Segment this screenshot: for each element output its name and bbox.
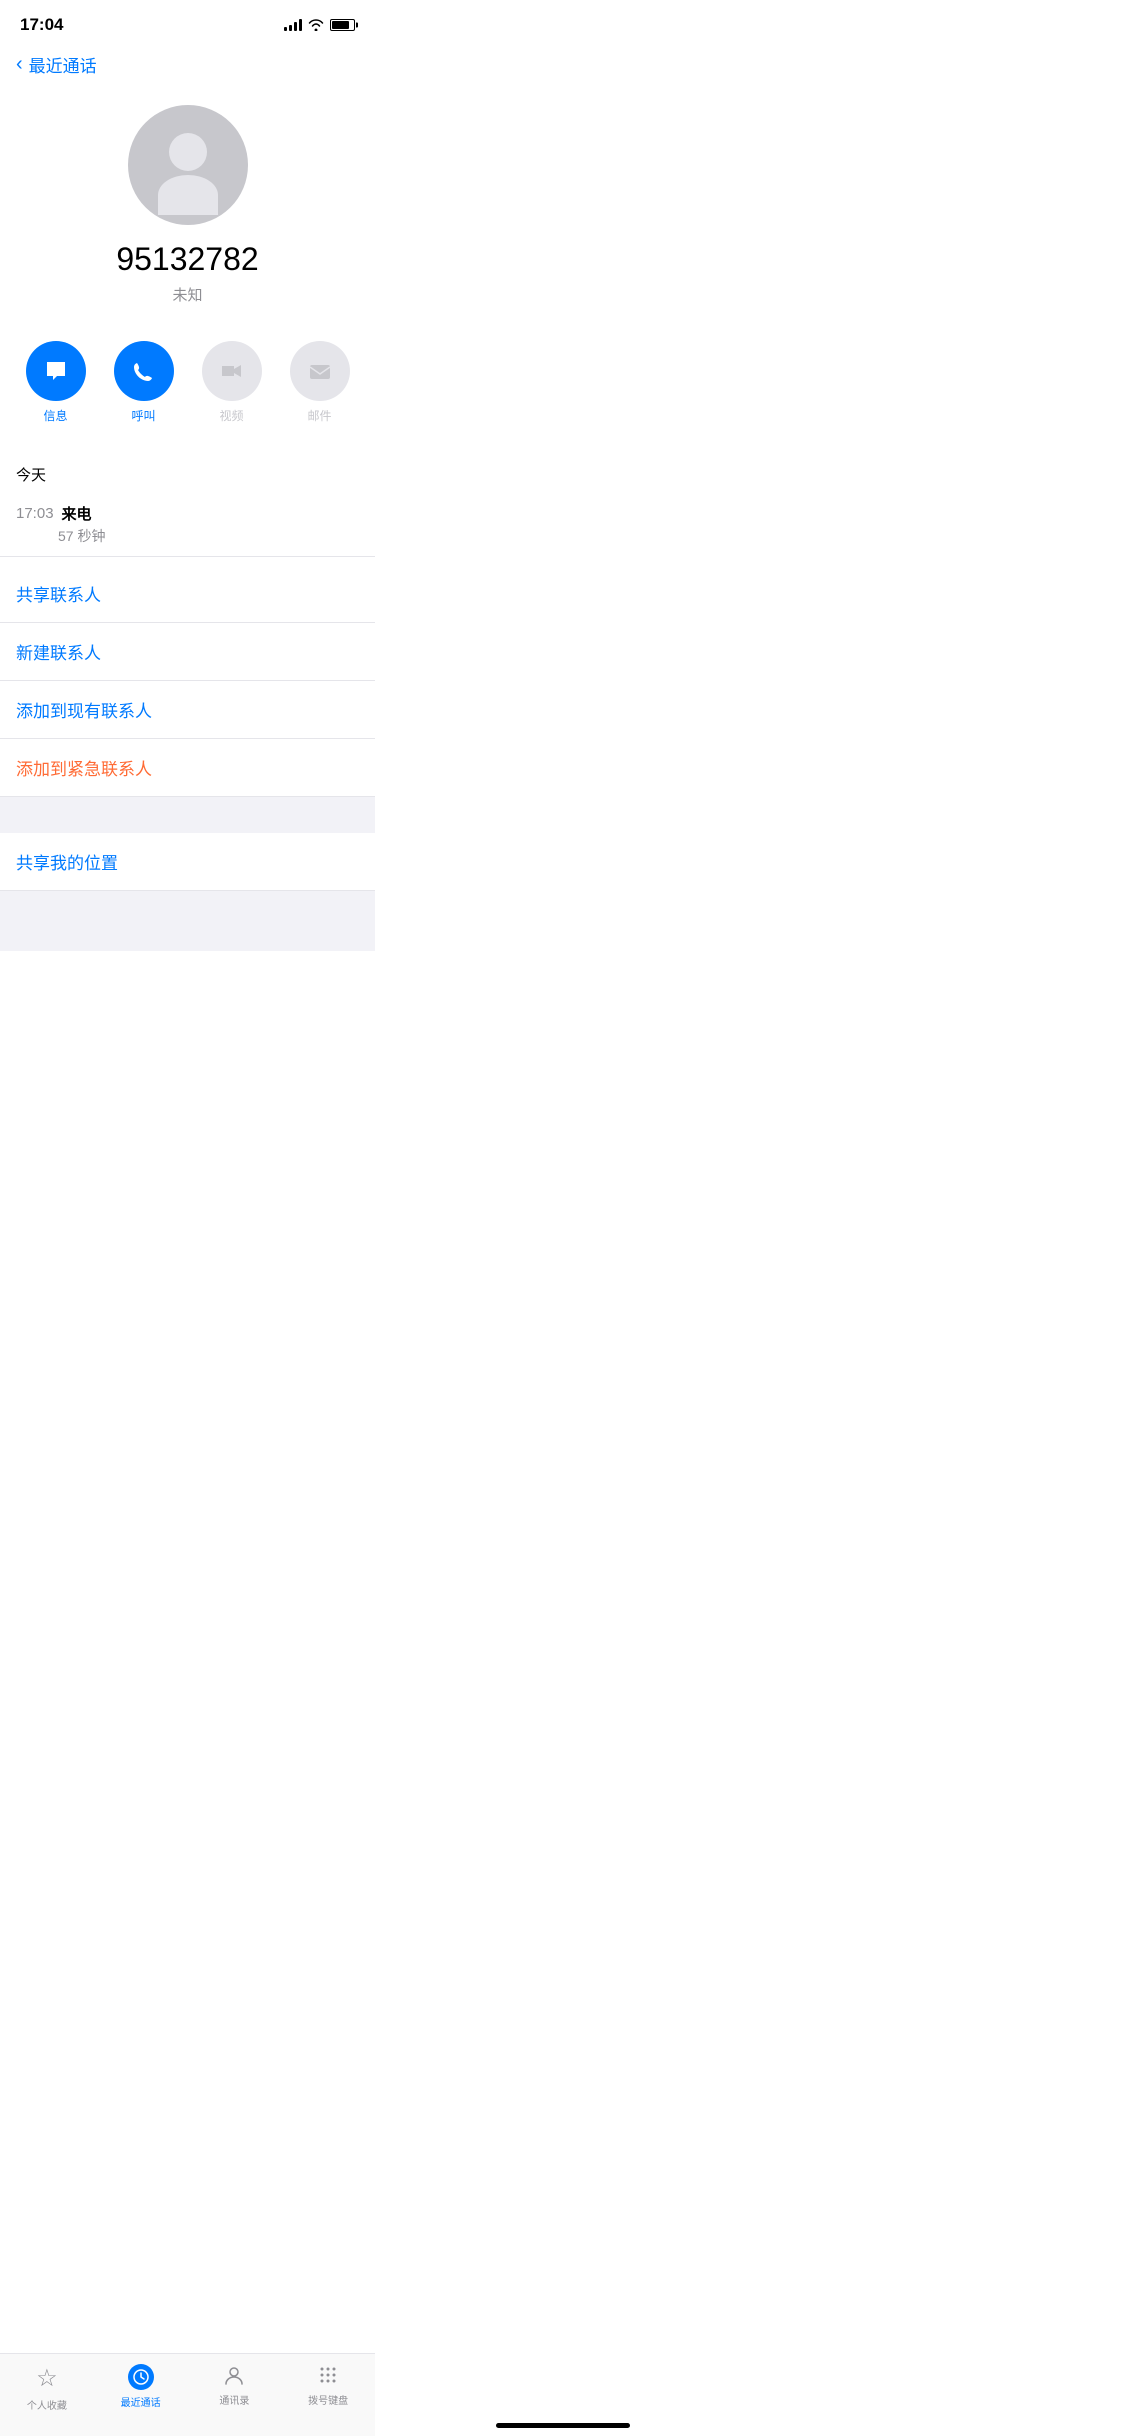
mail-label: 邮件 [307,407,331,424]
message-action[interactable]: 信息 [26,341,86,424]
status-icons [284,19,355,31]
tab-keypad[interactable]: 拨号键盘 [281,2364,375,2407]
tab-contacts-label: 通讯录 [219,2392,249,2407]
gray-spacer-2 [0,891,375,951]
call-duration: 57 秒钟 [16,526,359,546]
tab-recents-label: 最近通话 [121,2394,161,2409]
action-buttons: 信息 呼叫 视频 邮件 [0,325,375,444]
keypad-icon [316,2364,340,2388]
mail-action: 邮件 [290,341,350,424]
avatar-head [169,133,207,171]
tab-keypad-label: 拨号键盘 [308,2392,348,2407]
video-label: 视频 [219,407,243,424]
back-chevron-icon: ‹ [16,53,23,76]
clock-icon [128,2364,154,2390]
tab-favorites[interactable]: ☆ 个人收藏 [0,2364,94,2412]
call-item: 17:03 来电 57 秒钟 [0,493,375,557]
video-circle [202,341,262,401]
status-bar: 17:04 [0,0,375,44]
status-time: 17:04 [20,15,63,35]
tab-bar-spacer [0,951,375,1034]
tab-contacts[interactable]: 通讯录 [188,2364,282,2407]
call-action[interactable]: 呼叫 [114,341,174,424]
contact-label: 未知 [172,284,202,305]
avatar-person [158,133,218,215]
contact-section: 95132782 未知 [0,89,375,325]
message-label: 信息 [43,407,67,424]
wifi-icon [308,19,324,31]
tab-recents[interactable]: 最近通话 [94,2364,188,2409]
gray-spacer-1 [0,797,375,833]
call-history-header: 今天 [0,452,375,493]
battery-icon [330,19,355,31]
message-circle [26,341,86,401]
video-action: 视频 [202,341,262,424]
call-time: 17:03 [16,505,54,522]
avatar-body [158,175,218,215]
home-indicator [496,2423,630,2428]
share-contact-button[interactable]: 共享联系人 [0,565,375,623]
mail-circle [290,341,350,401]
tab-favorites-label: 个人收藏 [27,2397,67,2412]
star-icon: ☆ [36,2364,58,2393]
tab-bar: ☆ 个人收藏 最近通话 通讯录 拨号键盘 [0,2353,375,2436]
share-location-button[interactable]: 共享我的位置 [0,833,375,891]
new-contact-button[interactable]: 新建联系人 [0,623,375,681]
avatar [128,105,248,225]
add-existing-button[interactable]: 添加到现有联系人 [0,681,375,739]
back-label: 最近通话 [29,52,97,77]
call-time-row: 17:03 来电 [16,503,359,524]
call-type: 来电 [62,503,92,524]
contact-number: 95132782 [116,241,258,278]
contacts-icon [222,2364,246,2388]
call-circle [114,341,174,401]
nav-bar: ‹ 最近通话 [0,44,375,89]
add-emergency-button[interactable]: 添加到紧急联系人 [0,739,375,797]
back-button[interactable]: ‹ 最近通话 [16,52,97,77]
call-label: 呼叫 [131,407,155,424]
signal-icon [284,19,302,31]
menu-section: 共享联系人 新建联系人 添加到现有联系人 添加到紧急联系人 [0,565,375,797]
call-history-section: 今天 17:03 来电 57 秒钟 [0,452,375,557]
